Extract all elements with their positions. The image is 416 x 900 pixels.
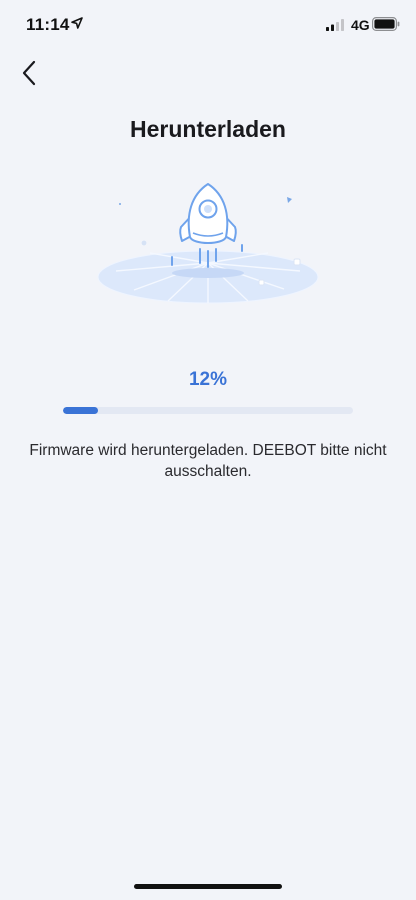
home-indicator: [134, 884, 282, 889]
cellular-signal-icon: [326, 19, 344, 31]
progress-bar: [63, 407, 353, 414]
back-button[interactable]: [14, 58, 44, 88]
status-message: Firmware wird heruntergeladen. DEEBOT bi…: [29, 442, 387, 480]
page-title: Herunterladen: [130, 116, 286, 142]
progress-percent: 12%: [188, 369, 228, 390]
battery-icon: [372, 17, 400, 31]
status-time: 11:14: [26, 15, 70, 34]
status-bar: 11:14 4G: [0, 0, 416, 50]
chevron-left-icon: [22, 60, 36, 86]
location-arrow-icon: [71, 17, 83, 29]
network-type: 4G: [351, 17, 370, 33]
progress-bar-fill: [63, 407, 98, 414]
rocket-icon: [97, 183, 319, 304]
